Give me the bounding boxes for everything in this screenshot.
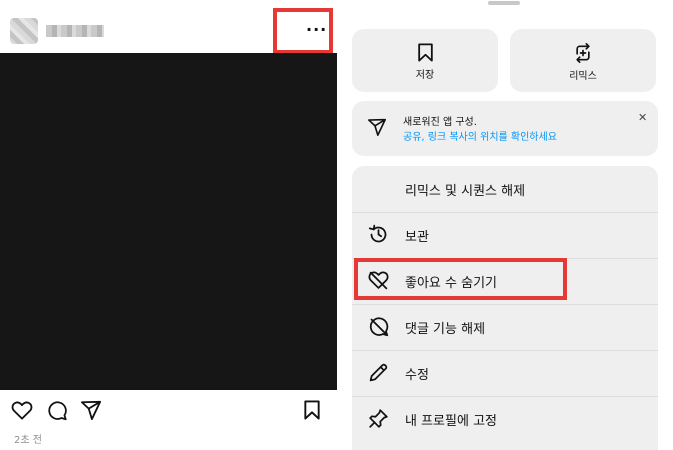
menu-item-label: 내 프로필에 고정	[405, 414, 497, 429]
remix-icon	[576, 43, 590, 63]
more-options-icon[interactable]: ···	[306, 22, 327, 38]
share-icon[interactable]	[80, 400, 102, 420]
notice-description[interactable]: 공유, 링크 복사의 위치를 확인하세요	[403, 130, 557, 145]
options-sheet: 저장 리믹스 새로워진 앱 구성. 공유, 링크 복사의 위치를 확인하세요 ✕…	[337, 0, 673, 450]
menu-item-turn-off-comments[interactable]: 댓글 기능 해제	[352, 304, 658, 350]
archive-icon	[368, 224, 387, 243]
username-blurred[interactable]	[46, 25, 104, 37]
menu-item-remix-sequence-off[interactable]: 리믹스 및 시퀀스 해제	[352, 166, 658, 212]
hide-likes-highlight	[354, 258, 567, 300]
heart-icon[interactable]	[11, 400, 33, 420]
drag-handle[interactable]	[488, 1, 520, 5]
menu-item-label: 수정	[405, 368, 429, 383]
share-icon	[368, 118, 386, 136]
menu-item-label: 댓글 기능 해제	[405, 322, 486, 337]
comments-off-icon	[369, 317, 389, 337]
post-media[interactable]	[0, 53, 337, 390]
menu-item-edit[interactable]: 수정	[352, 350, 658, 396]
avatar[interactable]	[10, 18, 38, 44]
comment-icon[interactable]	[46, 400, 68, 421]
save-label: 저장	[415, 70, 435, 81]
menu-item-archive[interactable]: 보관	[352, 212, 658, 258]
notice-title: 새로워진 앱 구성.	[403, 117, 477, 128]
menu-item-pin-to-profile[interactable]: 내 프로필에 고정	[352, 396, 658, 442]
remix-label: 리믹스	[569, 71, 597, 82]
close-icon[interactable]: ✕	[638, 111, 647, 124]
menu-item-label: 보관	[405, 230, 429, 245]
pin-icon	[369, 409, 388, 428]
bookmark-icon[interactable]	[303, 400, 321, 420]
remix-button[interactable]: 리믹스	[510, 29, 656, 92]
bookmark-icon	[417, 43, 433, 62]
post-panel: ··· 2초 전	[0, 0, 337, 450]
menu-item-label: 리믹스 및 시퀀스 해제	[405, 184, 526, 199]
save-button[interactable]: 저장	[352, 29, 498, 92]
new-layout-notice: 새로워진 앱 구성. 공유, 링크 복사의 위치를 확인하세요 ✕	[352, 101, 658, 156]
post-timestamp: 2초 전	[14, 435, 42, 446]
edit-icon	[369, 363, 388, 382]
